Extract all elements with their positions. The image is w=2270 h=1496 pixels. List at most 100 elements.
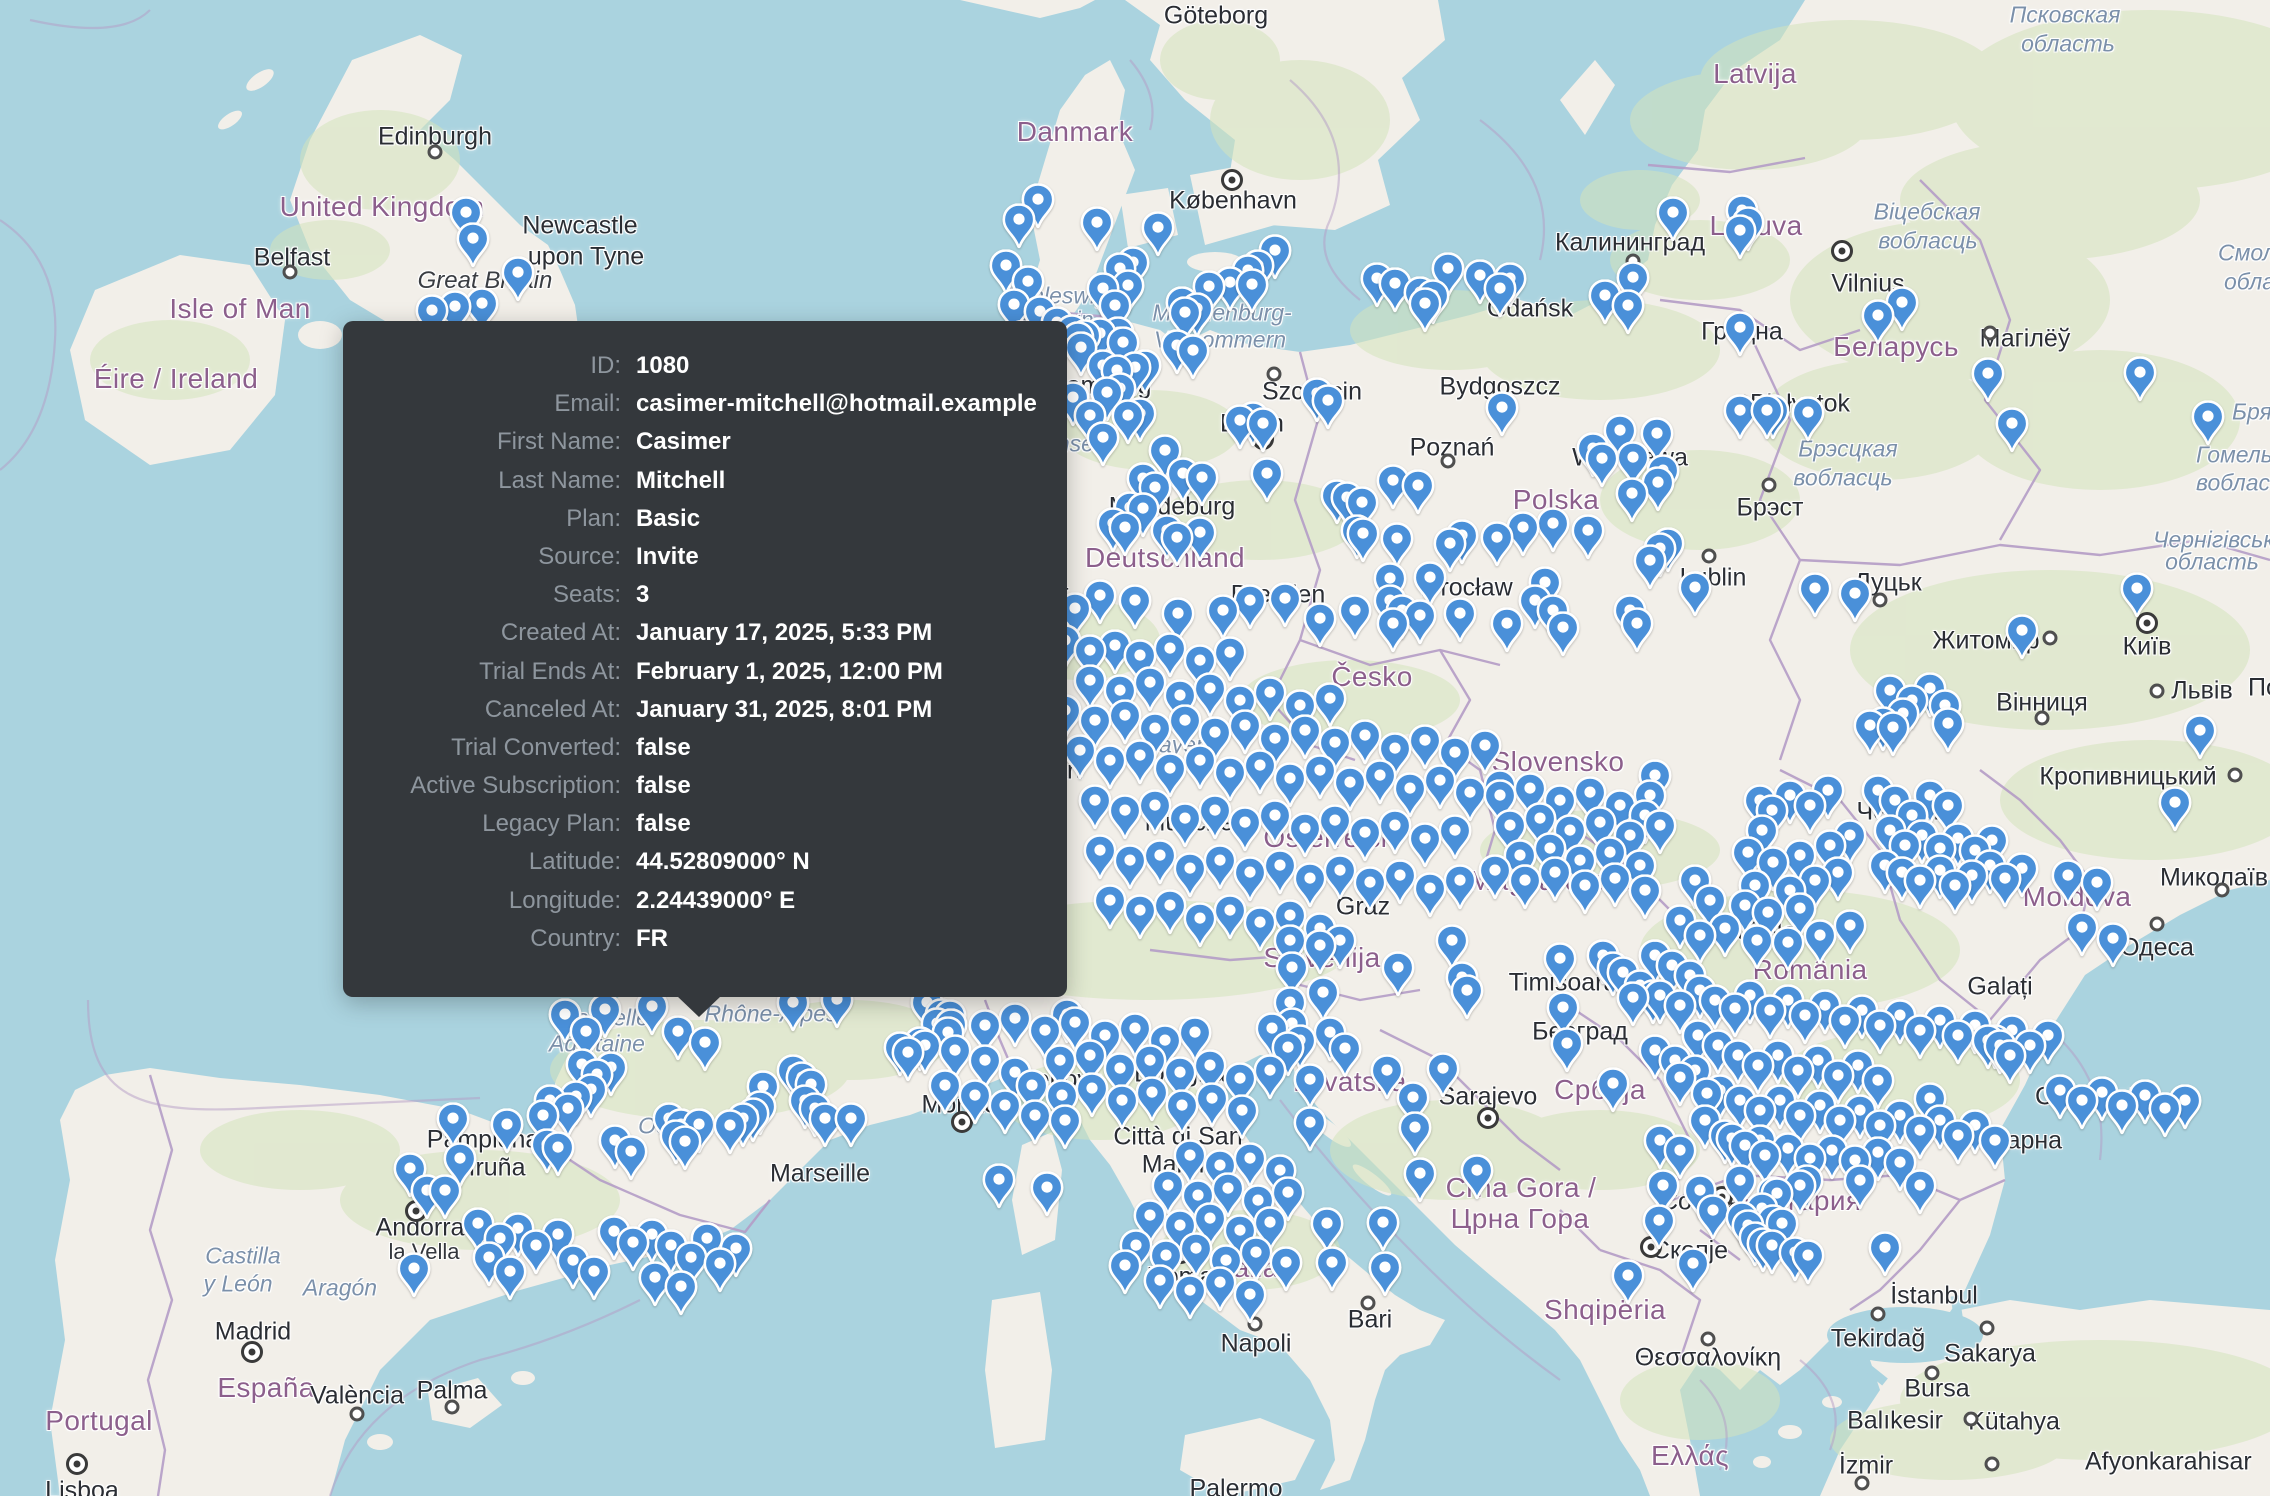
customer-pin-icon[interactable]: [1250, 457, 1284, 503]
customer-pin-icon[interactable]: [2080, 866, 2114, 912]
customer-pin-icon[interactable]: [428, 1174, 462, 1220]
customer-pin-icon[interactable]: [1233, 1278, 1267, 1324]
customer-pin-icon[interactable]: [1838, 577, 1872, 623]
customer-pin-icon[interactable]: [501, 256, 535, 302]
customer-pin-icon[interactable]: [1480, 521, 1514, 567]
customer-pin-icon[interactable]: [1173, 1274, 1207, 1320]
customer-pin-icon[interactable]: [1490, 607, 1524, 653]
customer-pin-icon[interactable]: [1678, 571, 1712, 617]
customer-pin-icon[interactable]: [1611, 1259, 1645, 1305]
customer-pin-icon[interactable]: [1363, 759, 1397, 805]
customer-pin-icon[interactable]: [1723, 214, 1757, 260]
customer-pin-icon[interactable]: [1571, 514, 1605, 560]
customer-pin-icon[interactable]: [1263, 849, 1297, 895]
customer-pin-icon[interactable]: [1368, 1251, 1402, 1297]
customer-pin-icon[interactable]: [1938, 869, 1972, 915]
customer-pin-icon[interactable]: [1443, 597, 1477, 643]
customer-pin-icon[interactable]: [1550, 1027, 1584, 1073]
customer-pin-icon[interactable]: [713, 1109, 747, 1155]
customer-pin-icon[interactable]: [1293, 1106, 1327, 1152]
customer-pin-icon[interactable]: [1941, 1019, 1975, 1065]
customer-pin-icon[interactable]: [1213, 894, 1247, 940]
customer-pin-icon[interactable]: [1143, 839, 1177, 885]
customer-pin-icon[interactable]: [1165, 1089, 1199, 1135]
map-canvas[interactable]: United KingdomÉire / IrelandIsle of ManD…: [0, 0, 2270, 1496]
customer-pin-icon[interactable]: [834, 1102, 868, 1148]
customer-pin-icon[interactable]: [1311, 384, 1345, 430]
customer-pin-icon[interactable]: [1642, 1204, 1676, 1250]
customer-pin-icon[interactable]: [1225, 1094, 1259, 1140]
customer-pin-icon[interactable]: [2065, 911, 2099, 957]
customer-pin-icon[interactable]: [493, 1255, 527, 1301]
customer-pin-icon[interactable]: [1676, 1247, 1710, 1293]
customer-pin-icon[interactable]: [1656, 196, 1690, 242]
customer-pin-icon[interactable]: [1633, 544, 1667, 590]
customer-pin-icon[interactable]: [1903, 864, 1937, 910]
customer-pin-icon[interactable]: [1568, 869, 1602, 915]
customer-pin-icon[interactable]: [998, 1002, 1032, 1048]
customer-pin-icon[interactable]: [1971, 357, 2005, 403]
customer-pin-icon[interactable]: [1791, 1239, 1825, 1285]
customer-pin-icon[interactable]: [1203, 1266, 1237, 1312]
customer-pin-icon[interactable]: [1123, 894, 1157, 940]
customer-pin-icon[interactable]: [1246, 407, 1280, 453]
customer-pin-icon[interactable]: [2120, 572, 2154, 618]
customer-pin-icon[interactable]: [1931, 707, 1965, 753]
customer-pin-icon[interactable]: [2183, 714, 2217, 760]
customer-pin-icon[interactable]: [1093, 884, 1127, 930]
customer-pin-icon[interactable]: [1413, 872, 1447, 918]
customer-pin-icon[interactable]: [1995, 407, 2029, 453]
customer-pin-icon[interactable]: [1135, 1076, 1169, 1122]
customer-pin-icon[interactable]: [1383, 859, 1417, 905]
customer-pin-icon[interactable]: [1105, 1084, 1139, 1130]
customer-pin-icon[interactable]: [1438, 814, 1472, 860]
customer-pin-icon[interactable]: [1078, 784, 1112, 830]
customer-pin-icon[interactable]: [1018, 1099, 1052, 1145]
customer-pin-icon[interactable]: [1546, 611, 1580, 657]
customer-pin-icon[interactable]: [1598, 862, 1632, 908]
customer-pin-icon[interactable]: [891, 1036, 925, 1082]
customer-pin-icon[interactable]: [2105, 1089, 2139, 1135]
customer-pin-icon[interactable]: [988, 1089, 1022, 1135]
customer-pin-icon[interactable]: [1978, 1124, 2012, 1170]
customer-pin-icon[interactable]: [1123, 739, 1157, 785]
customer-pin-icon[interactable]: [1750, 394, 1784, 440]
customer-pin-icon[interactable]: [1108, 1249, 1142, 1295]
customer-pin-icon[interactable]: [1293, 1063, 1327, 1109]
customer-pin-icon[interactable]: [1315, 1246, 1349, 1292]
customer-pin-icon[interactable]: [1176, 334, 1210, 380]
customer-pin-icon[interactable]: [1585, 442, 1619, 488]
customer-pin-icon[interactable]: [1086, 421, 1120, 467]
customer-pin-icon[interactable]: [456, 222, 490, 268]
customer-pin-icon[interactable]: [1160, 521, 1194, 567]
customer-pin-icon[interactable]: [1118, 584, 1152, 630]
customer-pin-icon[interactable]: [1628, 874, 1662, 920]
customer-pin-icon[interactable]: [1198, 794, 1232, 840]
customer-pin-icon[interactable]: [1408, 287, 1442, 333]
customer-pin-icon[interactable]: [1398, 1111, 1432, 1157]
customer-pin-icon[interactable]: [1403, 1157, 1437, 1203]
customer-pin-icon[interactable]: [1596, 1067, 1630, 1113]
customer-pin-icon[interactable]: [2065, 1084, 2099, 1130]
customer-pin-icon[interactable]: [1478, 854, 1512, 900]
customer-pin-icon[interactable]: [1798, 572, 1832, 618]
customer-pin-icon[interactable]: [982, 1163, 1016, 1209]
customer-pin-icon[interactable]: [1143, 1264, 1177, 1310]
customer-pin-icon[interactable]: [2158, 786, 2192, 832]
customer-pin-icon[interactable]: [1460, 1154, 1494, 1200]
customer-pin-icon[interactable]: [1903, 1169, 1937, 1215]
customer-pin-icon[interactable]: [2123, 356, 2157, 402]
customer-pin-icon[interactable]: [490, 1108, 524, 1154]
customer-pin-icon[interactable]: [1740, 924, 1774, 970]
customer-pin-icon[interactable]: [1203, 844, 1237, 890]
customer-pin-icon[interactable]: [1239, 1236, 1273, 1282]
customer-pin-icon[interactable]: [2005, 614, 2039, 660]
customer-pin-icon[interactable]: [1791, 396, 1825, 442]
customer-pin-icon[interactable]: [928, 1069, 962, 1115]
customer-pin-icon[interactable]: [1833, 909, 1867, 955]
customer-pin-icon[interactable]: [1483, 272, 1517, 318]
customer-pin-icon[interactable]: [1753, 994, 1787, 1040]
customer-pin-icon[interactable]: [1988, 862, 2022, 908]
customer-pin-icon[interactable]: [1366, 1206, 1400, 1252]
customer-pin-icon[interactable]: [1338, 594, 1372, 640]
